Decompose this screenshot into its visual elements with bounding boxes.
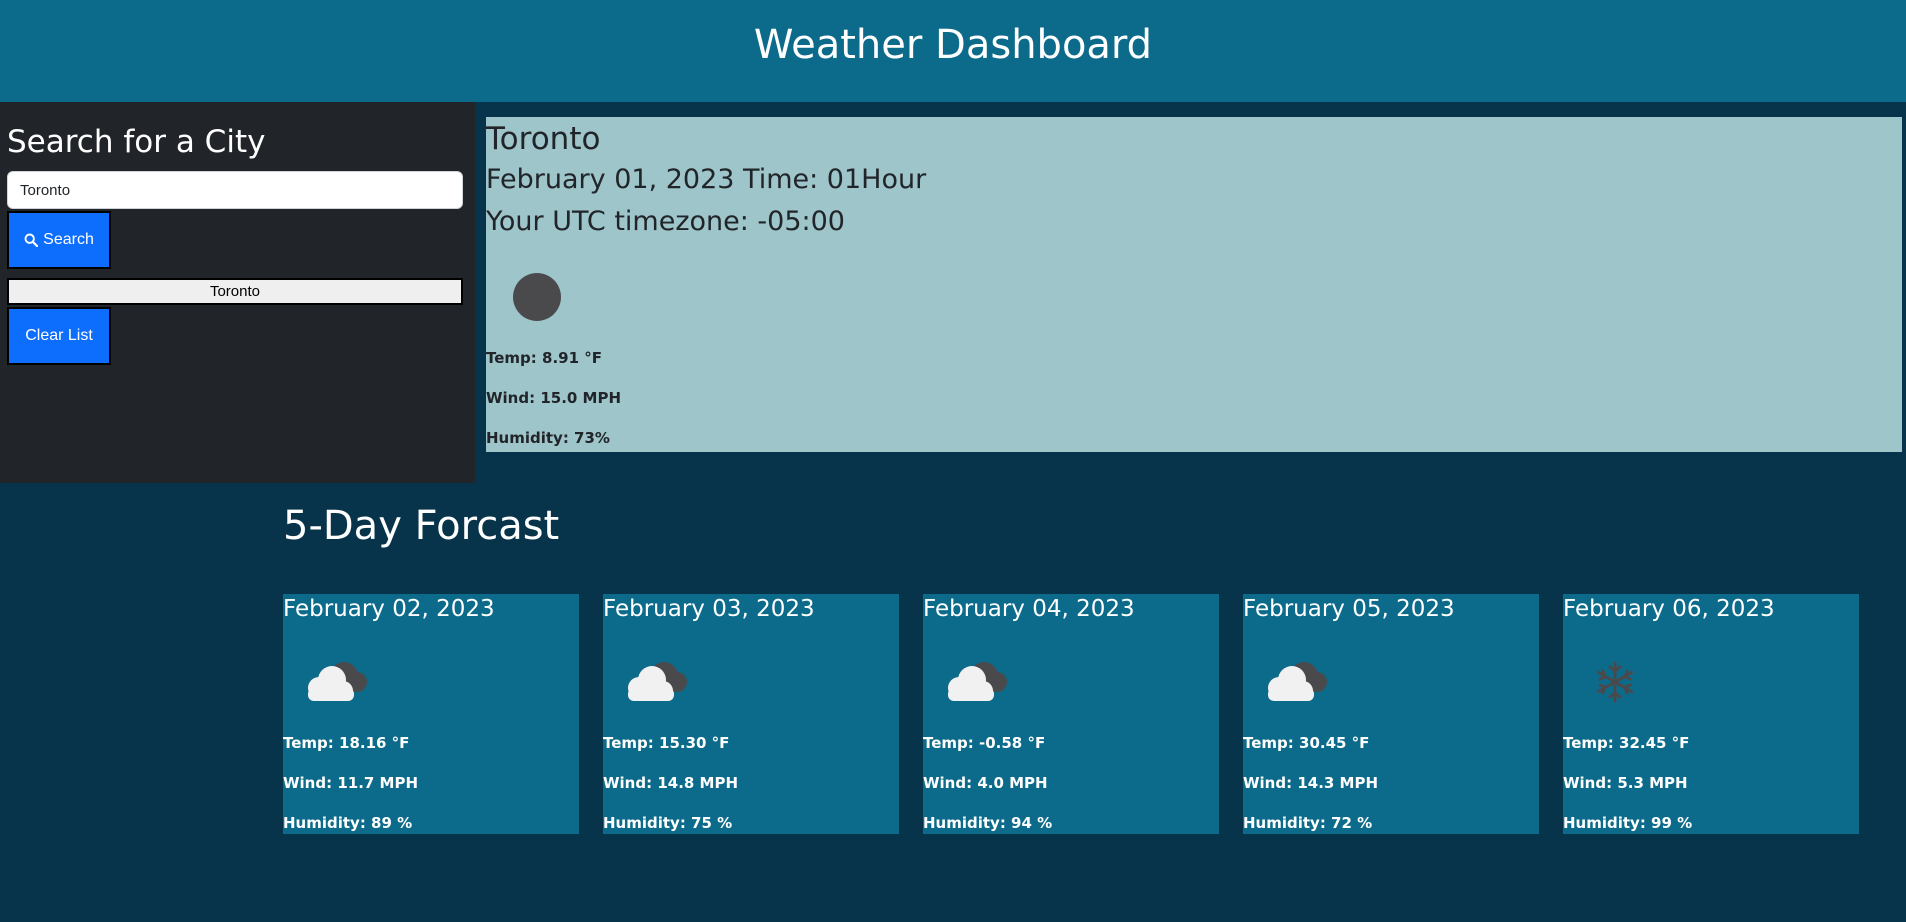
forecast-card: February 02, 2023 Temp: 18.16 °F Wind: 1…	[283, 594, 579, 834]
forecast-date: February 04, 2023	[923, 596, 1135, 622]
search-button[interactable]: Search	[7, 211, 111, 269]
clear-list-button[interactable]: Clear List	[7, 307, 111, 365]
forecast-humidity: Humidity: 75 %	[603, 814, 733, 832]
cloudy-icon	[617, 654, 693, 714]
forecast-temp: Temp: 30.45 °F	[1243, 734, 1370, 752]
cloudy-icon	[1257, 654, 1333, 714]
forecast-title: 5-Day Forcast	[283, 503, 560, 549]
city-search-input[interactable]	[7, 171, 463, 209]
current-timezone: Your UTC timezone: -05:00	[486, 206, 845, 237]
forecast-date: February 05, 2023	[1243, 596, 1455, 622]
forecast-wind: Wind: 11.7 MPH	[283, 774, 419, 792]
forecast-temp: Temp: 18.16 °F	[283, 734, 410, 752]
current-weather-panel: Toronto February 01, 2023 Time: 01Hour Y…	[486, 117, 1902, 452]
forecast-temp: Temp: 32.45 °F	[1563, 734, 1690, 752]
current-datetime: February 01, 2023 Time: 01Hour	[486, 164, 927, 195]
forecast-date: February 03, 2023	[603, 596, 815, 622]
forecast-wind: Wind: 14.3 MPH	[1243, 774, 1379, 792]
forecast-wind: Wind: 5.3 MPH	[1563, 774, 1688, 792]
cloudy-icon	[937, 654, 1013, 714]
forecast-card: February 04, 2023 Temp: -0.58 °F Wind: 4…	[923, 594, 1219, 834]
night-clear-icon	[512, 272, 562, 326]
forecast-date: February 06, 2023	[1563, 596, 1775, 622]
forecast-humidity: Humidity: 89 %	[283, 814, 413, 832]
forecast-humidity: Humidity: 99 %	[1563, 814, 1693, 832]
forecast-card: February 06, 2023 Temp: 32.45 °F Wind: 5…	[1563, 594, 1859, 834]
forecast-wind: Wind: 14.8 MPH	[603, 774, 739, 792]
forecast-humidity: Humidity: 72 %	[1243, 814, 1373, 832]
page-header: Weather Dashboard	[0, 0, 1906, 102]
forecast-wind: Wind: 4.0 MPH	[923, 774, 1048, 792]
history-item-toronto[interactable]: Toronto	[7, 278, 463, 305]
forecast-card: February 05, 2023 Temp: 30.45 °F Wind: 1…	[1243, 594, 1539, 834]
forecast-date: February 02, 2023	[283, 596, 495, 622]
cloudy-icon	[297, 654, 373, 714]
current-humidity: Humidity: 73%	[486, 429, 610, 447]
forecast-humidity: Humidity: 94 %	[923, 814, 1053, 832]
search-icon	[24, 233, 39, 247]
current-wind: Wind: 15.0 MPH	[486, 389, 622, 407]
snow-icon	[1577, 654, 1653, 714]
clear-list-label: Clear List	[25, 327, 93, 344]
search-heading: Search for a City	[7, 124, 266, 160]
current-city-name: Toronto	[486, 121, 601, 157]
current-temp: Temp: 8.91 °F	[486, 349, 602, 367]
forecast-card: February 03, 2023 Temp: 15.30 °F Wind: 1…	[603, 594, 899, 834]
page-title: Weather Dashboard	[753, 22, 1153, 68]
search-button-label: Search	[43, 231, 94, 248]
forecast-temp: Temp: 15.30 °F	[603, 734, 730, 752]
forecast-temp: Temp: -0.58 °F	[923, 734, 1046, 752]
